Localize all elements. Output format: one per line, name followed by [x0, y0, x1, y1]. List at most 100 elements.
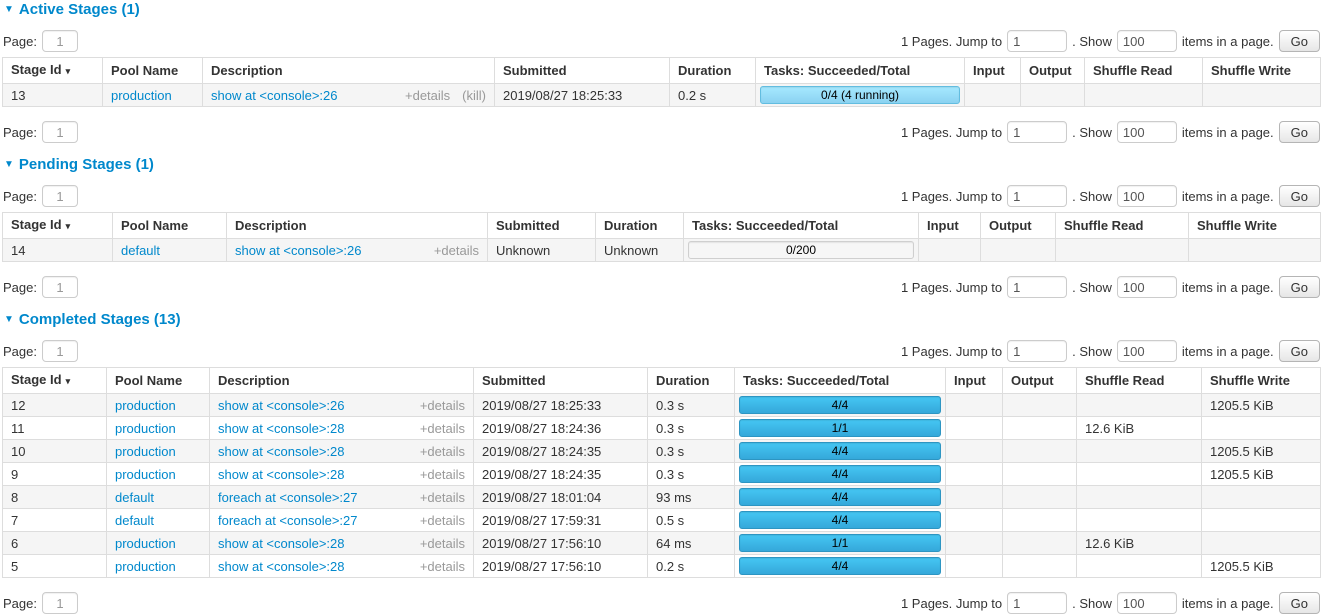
pool-link[interactable]: default [115, 513, 154, 528]
column-header-shuffle-write[interactable]: Shuffle Write [1202, 368, 1321, 394]
page-number-input[interactable] [42, 30, 78, 52]
page-number-input[interactable] [42, 592, 78, 614]
column-header-label: Pool Name [111, 63, 178, 78]
column-header-stage-id[interactable]: Stage Id▾ [3, 58, 103, 84]
column-header-input[interactable]: Input [946, 368, 1003, 394]
go-button[interactable]: Go [1279, 121, 1320, 143]
column-header-stage-id[interactable]: Stage Id▾ [3, 213, 113, 239]
column-header-submitted[interactable]: Submitted [488, 213, 596, 239]
stage-description-link[interactable]: show at <console>:26 [235, 243, 361, 258]
tasks-progress-bar: 0/4 (4 running) [760, 86, 960, 104]
column-header-input[interactable]: Input [965, 58, 1021, 84]
details-toggle[interactable]: +details [420, 513, 465, 528]
jump-to-page-input[interactable] [1007, 592, 1067, 614]
sort-descending-icon: ▾ [66, 221, 71, 231]
active-stages-header[interactable]: ▼ Active Stages (1) [4, 1, 1319, 18]
cell-shuffle-write [1203, 84, 1321, 107]
stage-description-link[interactable]: show at <console>:26 [218, 398, 344, 413]
page-number-input[interactable] [42, 340, 78, 362]
column-header-description[interactable]: Description [203, 58, 495, 84]
details-toggle[interactable]: +details [434, 243, 479, 258]
stage-description-link[interactable]: show at <console>:28 [218, 536, 344, 551]
page-number-input[interactable] [42, 121, 78, 143]
jump-to-page-input[interactable] [1007, 276, 1067, 298]
page-number-input[interactable] [42, 276, 78, 298]
details-toggle[interactable]: +details [420, 444, 465, 459]
column-header-pool-name[interactable]: Pool Name [113, 213, 227, 239]
pool-link[interactable]: production [115, 467, 176, 482]
tasks-progress-bar: 1/1 [739, 419, 941, 437]
tasks-progress-bar: 4/4 [739, 488, 941, 506]
column-header-duration[interactable]: Duration [596, 213, 684, 239]
show-items-input[interactable] [1117, 592, 1177, 614]
column-header-tasks-succeeded-total[interactable]: Tasks: Succeeded/Total [756, 58, 965, 84]
jump-to-page-input[interactable] [1007, 121, 1067, 143]
show-items-input[interactable] [1117, 276, 1177, 298]
completed-stages-header[interactable]: ▼ Completed Stages (13) [4, 311, 1319, 328]
column-header-output[interactable]: Output [981, 213, 1056, 239]
column-header-tasks-succeeded-total[interactable]: Tasks: Succeeded/Total [684, 213, 919, 239]
pool-link[interactable]: default [121, 243, 160, 258]
go-button[interactable]: Go [1279, 340, 1320, 362]
column-header-pool-name[interactable]: Pool Name [103, 58, 203, 84]
cell-stage-id: 13 [3, 84, 103, 107]
show-items-input[interactable] [1117, 30, 1177, 52]
column-header-pool-name[interactable]: Pool Name [107, 368, 210, 394]
column-header-output[interactable]: Output [1021, 58, 1085, 84]
show-items-input[interactable] [1117, 340, 1177, 362]
column-header-shuffle-write[interactable]: Shuffle Write [1189, 213, 1321, 239]
column-header-input[interactable]: Input [919, 213, 981, 239]
column-header-description[interactable]: Description [210, 368, 474, 394]
details-toggle[interactable]: +details [405, 88, 450, 103]
details-toggle[interactable]: +details [420, 490, 465, 505]
go-button[interactable]: Go [1279, 276, 1320, 298]
column-header-shuffle-read[interactable]: Shuffle Read [1085, 58, 1203, 84]
column-header-stage-id[interactable]: Stage Id▾ [3, 368, 107, 394]
column-header-shuffle-write[interactable]: Shuffle Write [1203, 58, 1321, 84]
pool-link[interactable]: production [115, 536, 176, 551]
stage-description-link[interactable]: show at <console>:28 [218, 467, 344, 482]
pool-link[interactable]: production [115, 398, 176, 413]
details-toggle[interactable]: +details [420, 536, 465, 551]
show-items-input[interactable] [1117, 185, 1177, 207]
show-items-input[interactable] [1117, 121, 1177, 143]
column-header-duration[interactable]: Duration [670, 58, 756, 84]
stage-description-link[interactable]: show at <console>:28 [218, 559, 344, 574]
details-toggle[interactable]: +details [420, 398, 465, 413]
column-header-submitted[interactable]: Submitted [495, 58, 670, 84]
column-header-output[interactable]: Output [1003, 368, 1077, 394]
details-toggle[interactable]: +details [420, 559, 465, 574]
column-header-tasks-succeeded-total[interactable]: Tasks: Succeeded/Total [735, 368, 946, 394]
go-button[interactable]: Go [1279, 185, 1320, 207]
stage-description-link[interactable]: foreach at <console>:27 [218, 513, 358, 528]
pool-link[interactable]: production [115, 444, 176, 459]
cell-tasks-progress: 4/4 [735, 509, 946, 532]
details-toggle[interactable]: +details [420, 467, 465, 482]
kill-link[interactable]: (kill) [462, 88, 486, 103]
jump-to-page-input[interactable] [1007, 30, 1067, 52]
stage-description-link[interactable]: show at <console>:28 [218, 444, 344, 459]
cell-output [1003, 486, 1077, 509]
column-header-shuffle-read[interactable]: Shuffle Read [1077, 368, 1202, 394]
column-header-shuffle-read[interactable]: Shuffle Read [1056, 213, 1189, 239]
go-button[interactable]: Go [1279, 30, 1320, 52]
table-header: Stage Id▾ Pool Name DescriptionSubmittedDu… [3, 58, 1321, 84]
pool-link[interactable]: default [115, 490, 154, 505]
jump-to-page-input[interactable] [1007, 340, 1067, 362]
cell-output [981, 239, 1056, 262]
description-meta: +details [420, 421, 465, 436]
stage-description-link[interactable]: show at <console>:28 [218, 421, 344, 436]
pool-link[interactable]: production [115, 559, 176, 574]
column-header-duration[interactable]: Duration [648, 368, 735, 394]
jump-to-page-input[interactable] [1007, 185, 1067, 207]
pending-stages-header[interactable]: ▼ Pending Stages (1) [4, 156, 1319, 173]
stage-description-link[interactable]: foreach at <console>:27 [218, 490, 358, 505]
details-toggle[interactable]: +details [420, 421, 465, 436]
column-header-description[interactable]: Description [227, 213, 488, 239]
stage-description-link[interactable]: show at <console>:26 [211, 88, 337, 103]
pool-link[interactable]: production [115, 421, 176, 436]
page-number-input[interactable] [42, 185, 78, 207]
pool-link[interactable]: production [111, 88, 172, 103]
go-button[interactable]: Go [1279, 592, 1320, 614]
column-header-submitted[interactable]: Submitted [474, 368, 648, 394]
